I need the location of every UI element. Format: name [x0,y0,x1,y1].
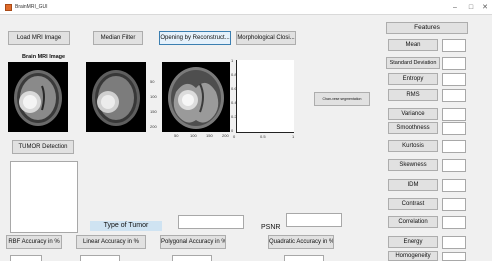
feature-smoothness-value [442,122,466,135]
x-tick-2: 100 [190,133,197,138]
linear-accuracy-output [80,255,120,261]
feature-correlation-value [442,216,466,229]
feature-variance-button[interactable]: Variance [388,108,438,120]
linear-accuracy-button[interactable]: Linear Accuracy in % [76,235,146,249]
y-tick-2: 100 [150,94,157,99]
chan-vese-segmentation-button[interactable]: Chan-vese segmentation [314,92,370,106]
feature-energy-button[interactable]: Energy [388,236,438,248]
rbf-accuracy-output [10,255,42,261]
load-mri-button[interactable]: Load MRI Image [8,31,70,45]
closing-y-axis [236,60,237,133]
minimize-button[interactable]: – [450,3,460,12]
feature-homogeneity-value [442,252,466,261]
feature-smoothness-button[interactable]: Smoothness [388,122,438,134]
feature-correlation-button[interactable]: Correlation [388,216,438,228]
polygonal-accuracy-output [172,255,212,261]
window-title: BrainMRI_GUI [15,4,48,10]
morphological-closing-button[interactable]: Morphological Closi... [236,31,296,45]
median-filter-button[interactable]: Median Filter [93,31,143,45]
feature-variance-value [442,108,466,121]
x2-tick-3: 1 [292,134,295,139]
close-button[interactable]: ✕ [480,3,490,12]
brain-mri-title: Brain MRI Image [22,54,66,60]
median-filtered-image [86,62,146,132]
feature-kurtosis-value [442,140,466,153]
reconstructed-image [162,62,230,132]
maximize-button[interactable]: □ [466,3,476,12]
feature-kurtosis-button[interactable]: Kurtosis [388,140,438,152]
feature-homogeneity-button[interactable]: Homogeneity [388,251,438,261]
type-of-tumor-label: Type of Tumor [90,221,162,231]
feature-std-button[interactable]: Standard Deviation [386,57,440,69]
feature-energy-value [442,236,466,249]
y2-tick-6: 0 [231,128,234,133]
feature-idm-button[interactable]: IDM [388,179,438,191]
feature-skewness-button[interactable]: Skewness [388,159,438,171]
x2-tick-1: 0 [233,134,236,139]
feature-entropy-value [442,73,466,86]
feature-mean-button[interactable]: Mean [388,39,438,51]
feature-rms-button[interactable]: RMS [388,89,438,101]
quadratic-accuracy-button[interactable]: Quadratic Accuracy in % [268,235,334,249]
feature-contrast-value [442,198,466,211]
y-tick-4: 200 [150,124,157,129]
brain-mri-image [8,62,68,132]
tumor-detection-button[interactable]: TUMOR Detection [12,140,74,154]
feature-idm-value [442,179,466,192]
app-icon [5,4,12,11]
closing-x-axis [236,132,294,133]
feature-entropy-button[interactable]: Entropy [388,73,438,85]
opening-reconstruct-button[interactable]: Opening by Reconstruct... [159,31,231,45]
feature-contrast-button[interactable]: Contrast [388,198,438,210]
y-tick-1: 50 [150,79,155,84]
features-header[interactable]: Features [386,22,468,34]
x2-tick-2: 0.5 [260,134,266,139]
feature-rms-value [442,89,466,102]
psnr-output [286,213,342,227]
tumor-type-output [178,215,244,229]
tumor-detection-output [10,161,78,233]
x-tick-4: 200 [222,133,229,138]
feature-mean-value [442,39,466,52]
y2-tick-1: 1 [231,58,234,63]
rbf-accuracy-button[interactable]: RBF Accuracy in % [6,235,62,249]
psnr-label: PSNR [261,224,281,231]
feature-skewness-value [442,159,466,172]
title-bar: BrainMRI_GUI – □ ✕ [0,0,492,15]
closing-output-axes [236,60,294,132]
feature-std-value [442,57,466,70]
y-tick-3: 150 [150,109,157,114]
x-tick-3: 150 [206,133,213,138]
x-tick-1: 50 [174,133,179,138]
polygonal-accuracy-button[interactable]: Polygonal Accuracy in % [160,235,226,249]
quadratic-accuracy-output [284,255,324,261]
